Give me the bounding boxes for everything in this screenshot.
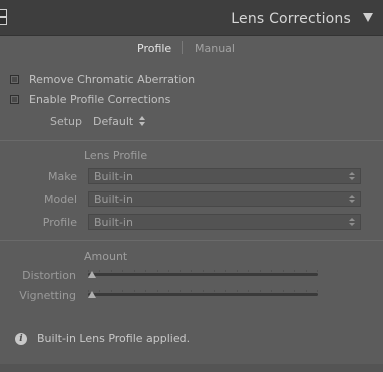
panel-header[interactable]: Lens Corrections (0, 0, 383, 36)
slider-tick (145, 290, 146, 292)
make-label: Make (48, 170, 77, 183)
slider-tick (306, 270, 307, 272)
section-divider (0, 140, 383, 141)
checkbox-label: Remove Chromatic Aberration (29, 73, 196, 86)
up-down-arrows-icon (349, 218, 355, 227)
slider-tick (157, 290, 158, 292)
model-dropdown[interactable]: Built-in (88, 191, 361, 207)
slider-tick (180, 270, 181, 272)
slider-tick (225, 270, 226, 272)
slider-tick (294, 270, 295, 272)
slider-tick (180, 290, 181, 292)
tab-bar: Profile Manual (0, 40, 383, 58)
slider-tick (283, 270, 284, 272)
slider-tick (191, 290, 192, 292)
slider-tick (111, 270, 112, 272)
slider-tick (294, 290, 295, 292)
checkbox-box[interactable] (10, 95, 19, 104)
up-down-arrows-icon (139, 116, 146, 126)
checkbox-label: Enable Profile Corrections (29, 93, 171, 106)
slider-tick (225, 290, 226, 292)
slider-tick (168, 290, 169, 292)
slider-tick (260, 290, 261, 292)
lens-profile-title: Lens Profile (84, 149, 148, 162)
vignetting-label: Vignetting (19, 289, 76, 302)
lens-corrections-panel: Lens Corrections Profile Manual Remove C… (0, 0, 383, 372)
status-message: Built-in Lens Profile applied. (37, 332, 191, 345)
setup-value: Default (93, 115, 134, 128)
panel-grip-icon[interactable] (0, 9, 7, 25)
slider-tick (214, 270, 215, 272)
slider-tick (122, 270, 123, 272)
slider-tick (306, 290, 307, 292)
slider-tick (134, 290, 135, 292)
info-icon: i (15, 333, 27, 345)
panel-bottom-edge (0, 364, 383, 372)
make-value: Built-in (94, 170, 133, 183)
distortion-label: Distortion (22, 269, 76, 282)
distortion-slider[interactable] (88, 270, 318, 280)
slider-tick (248, 290, 249, 292)
slider-tick (203, 290, 204, 292)
setup-dropdown[interactable]: Default (93, 115, 146, 128)
slider-tick (237, 290, 238, 292)
model-value: Built-in (94, 193, 133, 206)
slider-tick (145, 270, 146, 272)
setup-label: Setup (49, 115, 82, 128)
make-dropdown[interactable]: Built-in (88, 168, 361, 184)
panel-title: Lens Corrections (231, 11, 351, 27)
tab-separator (182, 41, 183, 54)
slider-tick (99, 270, 100, 272)
tab-manual[interactable]: Manual (195, 42, 235, 55)
slider-tick (122, 290, 123, 292)
slider-tick (260, 270, 261, 272)
slider-tick (271, 290, 272, 292)
up-down-arrows-icon (349, 172, 355, 181)
slider-track[interactable] (88, 273, 318, 276)
amount-title: Amount (84, 250, 128, 263)
slider-tick (248, 270, 249, 272)
slider-thumb[interactable] (88, 291, 96, 298)
slider-tick (191, 270, 192, 272)
up-down-arrows-icon (349, 195, 355, 204)
slider-tick (168, 270, 169, 272)
section-divider (0, 240, 383, 241)
model-label: Model (43, 193, 77, 206)
slider-tick (317, 290, 318, 292)
vignetting-slider[interactable] (88, 290, 318, 300)
tab-profile[interactable]: Profile (137, 42, 171, 55)
profile-dropdown[interactable]: Built-in (88, 214, 361, 230)
slider-track[interactable] (88, 293, 318, 296)
slider-tick (214, 290, 215, 292)
slider-tick (237, 270, 238, 272)
slider-thumb[interactable] (88, 271, 96, 278)
checkbox-box[interactable] (10, 75, 19, 84)
slider-tick (317, 270, 318, 272)
slider-tick (271, 270, 272, 272)
slider-tick (157, 270, 158, 272)
slider-tick (111, 290, 112, 292)
slider-tick (134, 270, 135, 272)
collapse-triangle-icon[interactable] (363, 13, 373, 22)
slider-tick (99, 290, 100, 292)
slider-tick (283, 290, 284, 292)
profile-label: Profile (42, 216, 77, 229)
slider-tick (203, 270, 204, 272)
profile-value: Built-in (94, 216, 133, 229)
